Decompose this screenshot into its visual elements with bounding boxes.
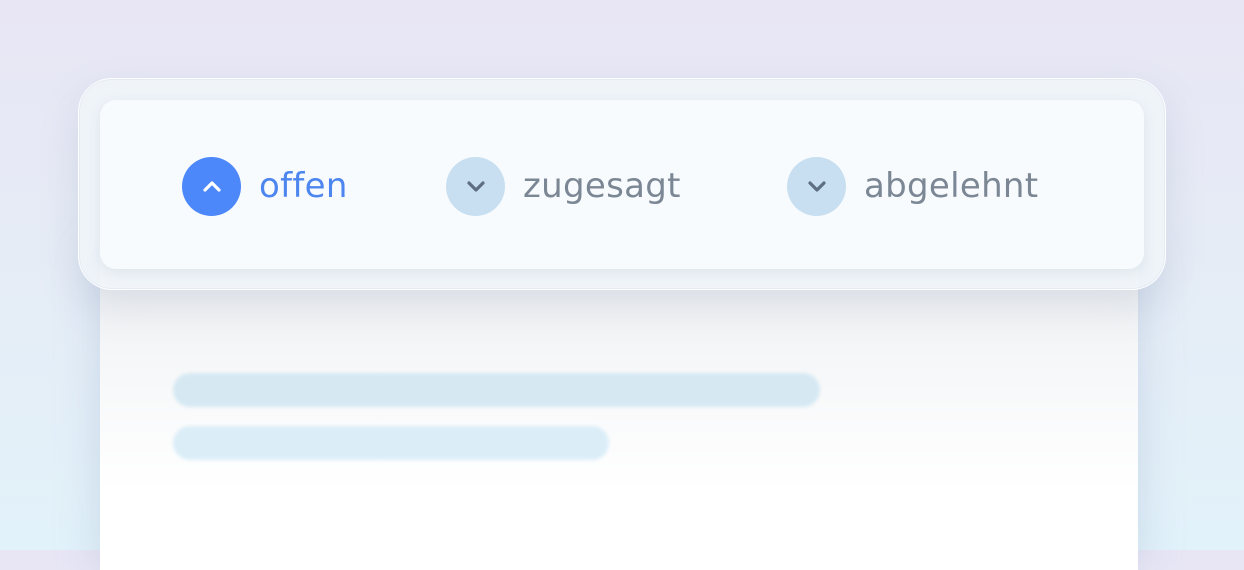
chevron-down-icon[interactable] xyxy=(787,156,846,216)
status-filter-bar: offen zugesagt abgelehnt xyxy=(100,100,1144,269)
placeholder-text-line xyxy=(173,373,820,407)
status-option-label: zugesagt xyxy=(523,166,681,206)
status-option-zugesagt[interactable]: zugesagt xyxy=(446,156,681,216)
status-option-offen[interactable]: offen xyxy=(182,156,348,216)
chevron-up-icon[interactable] xyxy=(182,156,241,216)
placeholder-text-line xyxy=(173,426,609,460)
status-option-abgelehnt[interactable]: abgelehnt xyxy=(787,156,1038,216)
document-card xyxy=(100,250,1138,570)
status-option-label: abgelehnt xyxy=(864,166,1039,206)
status-option-label: offen xyxy=(259,166,348,206)
chevron-down-icon[interactable] xyxy=(446,156,505,216)
